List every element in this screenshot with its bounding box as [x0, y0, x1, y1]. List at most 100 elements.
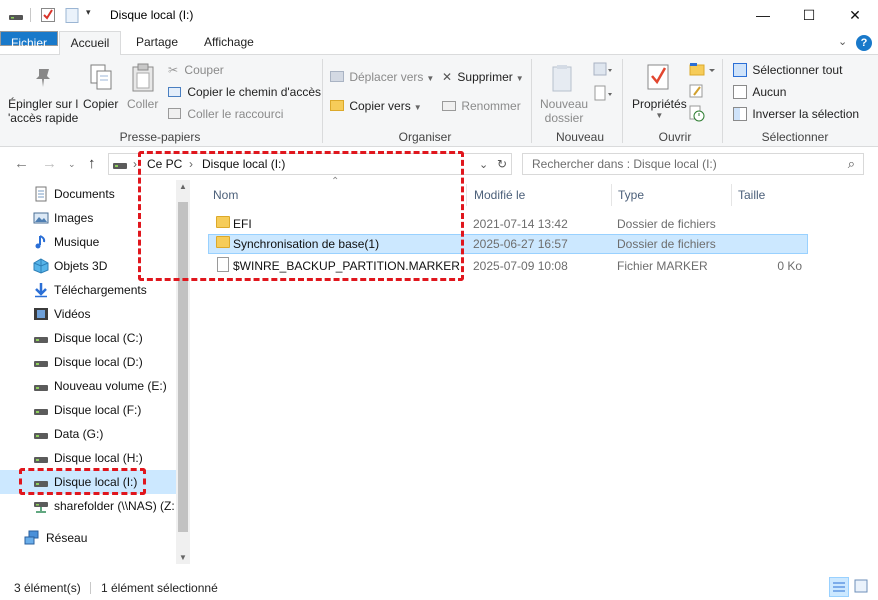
- nav-pane-scrollbar[interactable]: ▲ ▼: [176, 180, 190, 564]
- breadcrumb-separator[interactable]: ›: [189, 157, 193, 171]
- nav-item-disque-i[interactable]: Disque local (I:): [0, 470, 176, 494]
- forward-arrow-icon[interactable]: →: [42, 155, 57, 172]
- divider: [466, 184, 467, 206]
- new-item-icon[interactable]: [592, 61, 614, 82]
- nav-item-data-g[interactable]: Data (G:): [0, 422, 176, 446]
- tab-fichier[interactable]: Fichier: [0, 31, 58, 50]
- copy-to-button[interactable]: Copier vers ▼: [330, 99, 422, 113]
- copy-path-button[interactable]: Copier le chemin d'accès: [168, 85, 321, 99]
- expand-ribbon-icon[interactable]: ⌄: [838, 35, 847, 48]
- tab-accueil[interactable]: Accueil: [59, 31, 121, 56]
- refresh-icon[interactable]: ↻: [497, 157, 507, 171]
- delete-button[interactable]: ✕ Supprimer ▼: [442, 70, 524, 84]
- nav-item-disque-f[interactable]: Disque local (F:): [0, 398, 176, 422]
- nav-item-videos[interactable]: Vidéos: [0, 302, 176, 326]
- recent-locations-chevron-icon[interactable]: ⌄: [68, 159, 76, 170]
- minimize-button[interactable]: —: [740, 0, 786, 30]
- column-header-name[interactable]: Nom: [213, 188, 238, 202]
- nav-item-documents[interactable]: Documents: [0, 182, 176, 206]
- cut-button[interactable]: ✂ Couper: [168, 63, 224, 77]
- search-input[interactable]: Rechercher dans : Disque local (I:): [532, 157, 717, 171]
- details-view-icon[interactable]: [829, 577, 849, 597]
- ribbon: Épingler sur l 'accès rapide Copier Coll…: [0, 55, 878, 147]
- table-row[interactable]: EFI 2021-07-14 13:42 Dossier de fichiers: [208, 214, 808, 234]
- scissors-icon: ✂: [168, 63, 179, 77]
- nav-item-objets-3d[interactable]: Objets 3D: [0, 254, 176, 278]
- nav-item-reseau[interactable]: Réseau: [0, 526, 176, 550]
- nav-item-label: Disque local (D:): [54, 355, 143, 369]
- breadcrumb-ce-pc[interactable]: Ce PC: [147, 157, 182, 171]
- nav-item-disque-c[interactable]: Disque local (C:): [0, 326, 176, 350]
- nav-item-disque-h[interactable]: Disque local (H:): [0, 446, 176, 470]
- large-icons-view-icon[interactable]: [852, 577, 872, 597]
- column-header-size[interactable]: Taille: [738, 188, 765, 202]
- divider: [622, 59, 623, 143]
- customize-quick-access-icon[interactable]: ▾: [86, 7, 96, 23]
- nav-item-sharefolder-z[interactable]: sharefolder (\\NAS) (Z:: [0, 494, 176, 518]
- chevron-down-icon: ▼: [413, 103, 422, 112]
- close-button[interactable]: ✕: [832, 0, 878, 30]
- nav-item-volume-e[interactable]: Nouveau volume (E:): [0, 374, 176, 398]
- easy-access-icon[interactable]: [592, 85, 614, 106]
- divider: [90, 582, 91, 594]
- paste-shortcut-button[interactable]: Coller le raccourci: [168, 107, 283, 121]
- rename-button[interactable]: Renommer: [442, 99, 521, 113]
- nav-item-label: Documents: [54, 187, 115, 201]
- column-header-type[interactable]: Type: [618, 188, 644, 202]
- help-icon[interactable]: ?: [856, 35, 872, 51]
- up-arrow-icon[interactable]: ↑: [88, 155, 96, 172]
- group-label-nouveau: Nouveau: [555, 130, 605, 144]
- ribbon-tabs: Fichier Accueil Partage Affichage ⌄ ?: [0, 31, 878, 56]
- nav-item-disque-d[interactable]: Disque local (D:): [0, 350, 176, 374]
- move-to-button[interactable]: Déplacer vers ▼: [330, 70, 434, 84]
- nav-item-label: Téléchargements: [54, 283, 147, 297]
- tab-partage[interactable]: Partage: [126, 31, 188, 55]
- properties-button[interactable]: Propriétés ▼: [632, 97, 687, 120]
- column-header-modified[interactable]: Modifié le: [474, 188, 525, 202]
- network-icon: [24, 530, 40, 546]
- address-chevron-icon[interactable]: ›: [133, 157, 137, 171]
- select-none-label: Aucun: [752, 85, 787, 99]
- status-bar: 3 élément(s) 1 élément sélectionné: [0, 574, 878, 600]
- select-none-button[interactable]: Aucun: [733, 85, 786, 99]
- properties-quick-access-icon[interactable]: [40, 7, 56, 23]
- select-all-button[interactable]: Sélectionner tout: [733, 63, 842, 77]
- table-row[interactable]: Synchronisation de base(1) 2025-06-27 16…: [208, 234, 808, 254]
- paste-button[interactable]: Coller: [127, 97, 158, 111]
- pin-label-line2: 'accès rapide: [8, 111, 79, 125]
- open-icon[interactable]: [688, 61, 718, 82]
- table-row[interactable]: $WINRE_BACKUP_PARTITION.MARKER 2025-07-0…: [208, 256, 808, 276]
- history-icon[interactable]: [688, 105, 706, 126]
- edit-icon[interactable]: [688, 83, 706, 104]
- breadcrumb-disque-local-i[interactable]: Disque local (I:): [202, 157, 285, 171]
- properties-label: Propriétés: [632, 97, 687, 111]
- address-dropdown-icon[interactable]: ⌄: [479, 158, 488, 171]
- group-label-ouvrir: Ouvrir: [658, 130, 692, 144]
- scroll-down-icon[interactable]: ▼: [179, 553, 187, 562]
- copy-button[interactable]: Copier: [83, 97, 118, 111]
- back-arrow-icon[interactable]: ←: [14, 155, 29, 172]
- address-bar[interactable]: › Ce PC › Disque local (I:) ⌄ ↻: [108, 153, 512, 175]
- sort-ascending-icon: ⌃: [331, 176, 340, 187]
- nav-item-telechargements[interactable]: Téléchargements: [0, 278, 176, 302]
- tab-affichage[interactable]: Affichage: [194, 31, 264, 55]
- group-label-selectionner: Sélectionner: [761, 130, 829, 144]
- search-box[interactable]: Rechercher dans : Disque local (I:) ⌕: [522, 153, 864, 175]
- file-name: $WINRE_BACKUP_PARTITION.MARKER: [233, 259, 460, 273]
- pin-icon: [30, 65, 56, 94]
- pin-quick-access-button[interactable]: Épingler sur l 'accès rapide: [8, 97, 78, 125]
- new-folder-quick-access-icon[interactable]: [64, 7, 80, 23]
- file-modified: 2021-07-14 13:42: [473, 217, 568, 231]
- drive-icon: [33, 450, 49, 466]
- paste-shortcut-icon: [168, 108, 181, 119]
- maximize-button[interactable]: ☐: [786, 0, 832, 30]
- scrollbar-thumb[interactable]: [178, 202, 188, 532]
- videos-icon: [33, 306, 49, 322]
- new-folder-button[interactable]: Nouveau dossier: [540, 97, 588, 125]
- invert-selection-button[interactable]: Inverser la sélection: [733, 107, 859, 121]
- scroll-up-icon[interactable]: ▲: [179, 182, 187, 191]
- divider: [322, 59, 323, 143]
- select-all-label: Sélectionner tout: [752, 63, 843, 77]
- nav-item-musique[interactable]: Musique: [0, 230, 176, 254]
- nav-item-images[interactable]: Images: [0, 206, 176, 230]
